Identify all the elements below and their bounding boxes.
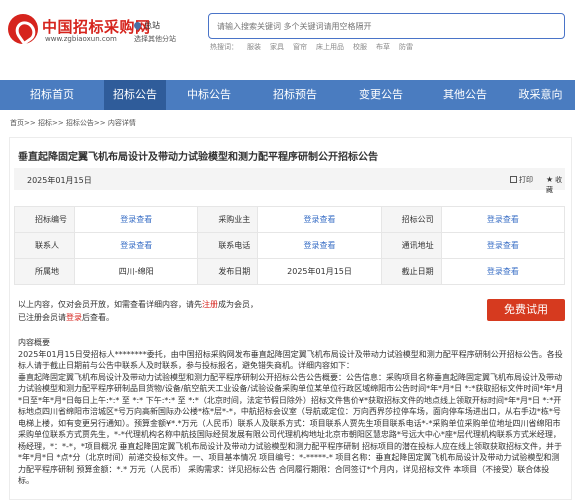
print-label: 打印 [519, 176, 533, 184]
register-link[interactable]: 注册 [202, 300, 218, 309]
notice-title: 垂直起降固定翼飞机布局设计及带动力试验模型和测力配平程序研制公开招标公告 [18, 152, 378, 163]
notice-meta-bar: 2025年01月15日 打印 ★ 收藏 [14, 168, 565, 194]
field-label: 发布日期 [197, 258, 259, 285]
note-text: 后查看。 [82, 313, 114, 322]
nav-home[interactable]: 招标首页 [0, 80, 104, 110]
login-link[interactable]: 登录 [66, 313, 82, 322]
nav-change-notice[interactable]: 变更公告 [338, 80, 424, 110]
content-paragraph: 2025年01月15日受招标人********委托，由中国招标采购网发布垂直起降… [18, 349, 563, 371]
login-to-view-link[interactable]: 登录查看 [257, 232, 382, 259]
logo-url: www.zgbiaoxun.com [45, 35, 117, 43]
logo-mark-icon [8, 14, 38, 44]
location-value: 四川-绵阳 [74, 258, 199, 285]
free-trial-button[interactable]: 免费试用 [487, 299, 565, 321]
field-label: 所属地 [13, 258, 76, 285]
hot-search-words: 热搜词： 服装 家具 窗帘 床上用品 校服 布草 防雷 [210, 42, 422, 52]
switch-site-link[interactable]: 选择其他分站 [134, 34, 176, 44]
field-label: 通讯地址 [380, 232, 442, 259]
notice-info-table: 招标编号 登录查看 采购业主 登录查看 招标公司 登录查看 联系人 登录查看 联… [13, 206, 566, 285]
hot-word[interactable]: 床上用品 [316, 43, 344, 51]
field-label: 采购业主 [197, 206, 259, 233]
nav-other-notice[interactable]: 其他公告 [424, 80, 506, 110]
login-to-view-link[interactable]: 登录查看 [74, 206, 199, 233]
main-nav: 招标首页 招标公告 中标公告 招标预告 变更公告 其他公告 政采意向 [0, 80, 575, 110]
hot-word[interactable]: 校服 [353, 43, 367, 51]
publish-date-value: 2025年01月15日 [257, 258, 382, 285]
note-line: 以上内容，仅对会员开放，如需查看详细内容，请先注册成为会员， [18, 298, 258, 311]
search-input[interactable] [209, 14, 564, 38]
table-row: 招标编号 登录查看 采购业主 登录查看 招标公司 登录查看 [13, 206, 566, 233]
login-to-view-link[interactable]: 登录查看 [74, 232, 199, 259]
field-label: 截止日期 [380, 258, 442, 285]
hot-word[interactable]: 窗帘 [293, 43, 307, 51]
current-site-label: 总站 [144, 21, 160, 30]
publish-date: 2025年01月15日 [27, 176, 92, 185]
notice-content: 内容概要 2025年01月15日受招标人********委托，由中国招标采购网发… [18, 337, 565, 487]
hot-search-label: 热搜词： [210, 43, 238, 51]
field-label: 招标公司 [380, 206, 442, 233]
field-label: 招标编号 [13, 206, 76, 233]
content-paragraph: 垂直起降固定翼飞机布局设计及带动力试验模型和测力配平程序研制公开招标公告公告概要… [18, 372, 564, 486]
star-icon: ★ [546, 175, 554, 184]
nav-bid-preview[interactable]: 招标预告 [252, 80, 338, 110]
nav-award-notice[interactable]: 中标公告 [166, 80, 252, 110]
note-text: 成为会员， [218, 300, 258, 309]
login-to-view-link[interactable]: 登录查看 [440, 232, 566, 259]
nav-procurement-intent[interactable]: 政采意向 [506, 80, 575, 110]
hot-word[interactable]: 服装 [247, 43, 261, 51]
print-button[interactable]: 打印 [510, 175, 533, 185]
member-only-note: 以上内容，仅对会员开放，如需查看详细内容，请先注册成为会员， 已注册会员请登录后… [18, 298, 258, 324]
location-pin-icon [132, 20, 143, 31]
current-site: 总站 [132, 20, 160, 31]
printer-icon [510, 176, 517, 183]
nav-bid-notice[interactable]: 招标公告 [104, 80, 166, 110]
note-line: 已注册会员请登录后查看。 [18, 311, 258, 324]
table-row: 联系人 登录查看 联系电话 登录查看 通讯地址 登录查看 [13, 232, 566, 259]
field-label: 联系电话 [197, 232, 259, 259]
login-to-view-link[interactable]: 登录查看 [440, 258, 566, 285]
breadcrumb[interactable]: 首页>> 招标>> 招标公告>> 内容详情 [10, 118, 136, 128]
login-to-view-link[interactable]: 登录查看 [257, 206, 382, 233]
notice-detail: 垂直起降固定翼飞机布局设计及带动力试验模型和测力配平程序研制公开招标公告 202… [9, 137, 572, 500]
content-heading: 内容概要 [18, 338, 50, 347]
hot-word[interactable]: 防雷 [399, 43, 413, 51]
table-row: 所属地 四川-绵阳 发布日期 2025年01月15日 截止日期 登录查看 [13, 258, 566, 285]
site-logo[interactable]: 中国招标采购网 www.zgbiaoxun.com [8, 14, 150, 46]
search-box [208, 13, 565, 39]
hot-word[interactable]: 家具 [270, 43, 284, 51]
hot-word[interactable]: 布草 [376, 43, 390, 51]
favorite-button[interactable]: ★ 收藏 [546, 175, 565, 195]
note-text: 以上内容，仅对会员开放，如需查看详细内容，请先 [18, 300, 202, 309]
note-text: 已注册会员请 [18, 313, 66, 322]
site-header: 中国招标采购网 www.zgbiaoxun.com 总站 选择其他分站 热搜词：… [0, 0, 575, 80]
field-label: 联系人 [13, 232, 76, 259]
login-to-view-link[interactable]: 登录查看 [440, 206, 566, 233]
